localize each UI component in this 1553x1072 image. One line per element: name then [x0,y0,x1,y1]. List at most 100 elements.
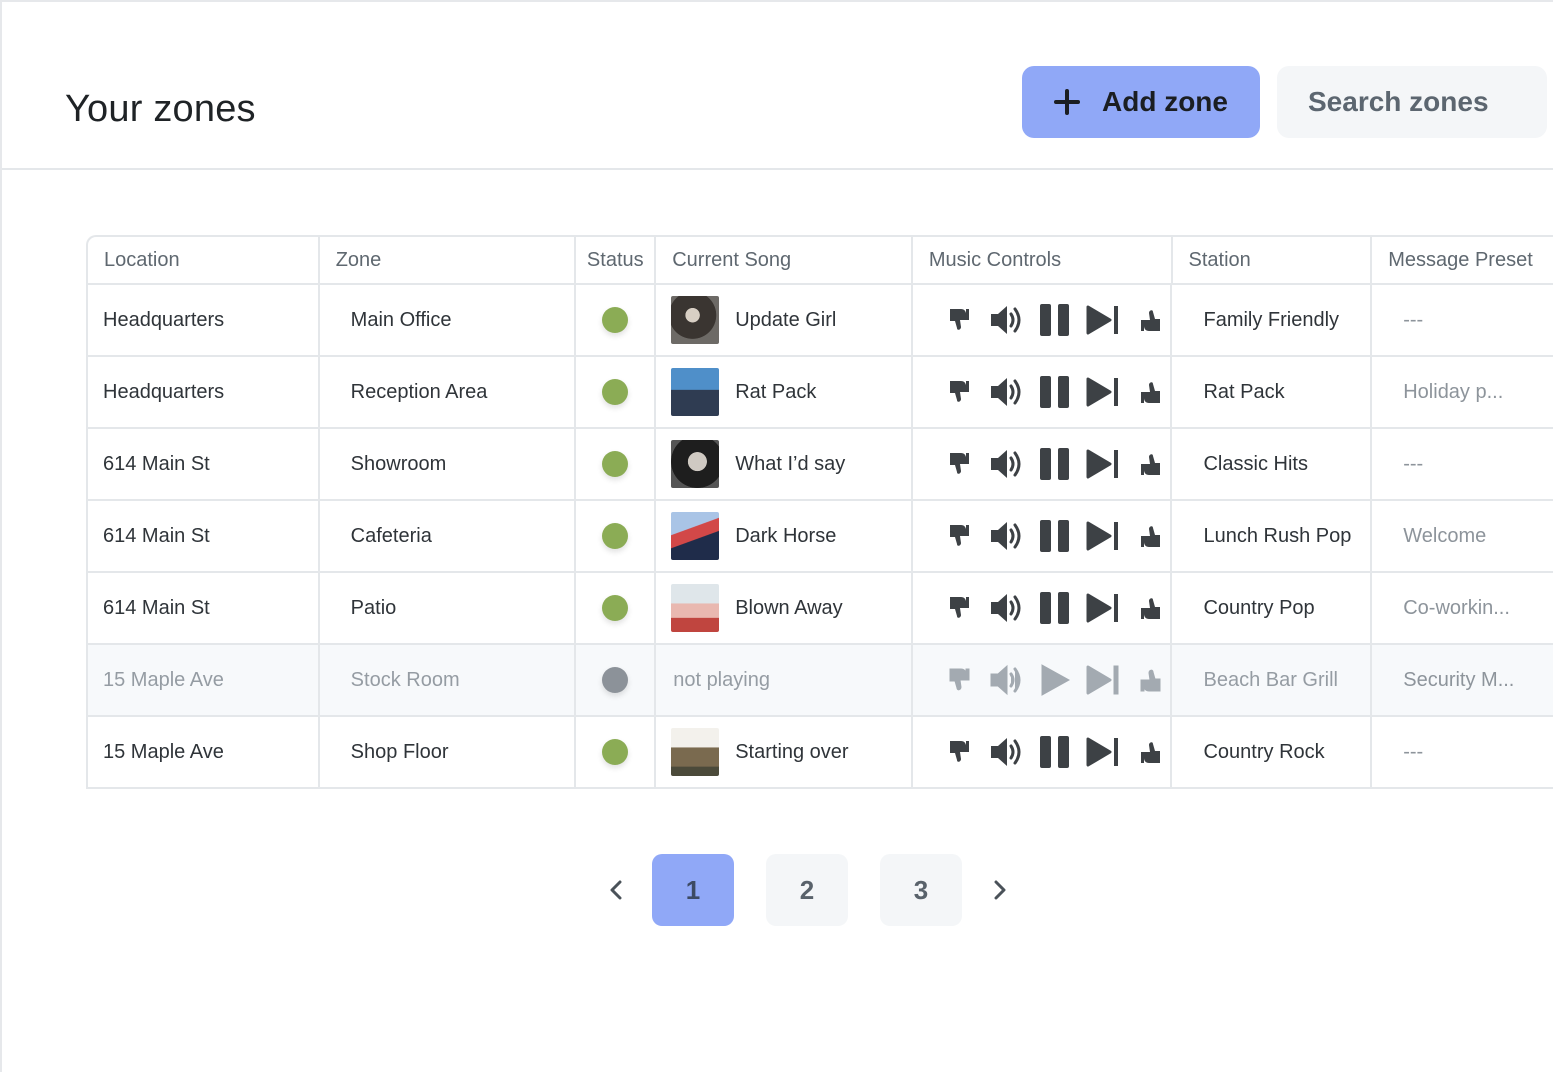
cell-station[interactable]: Rat Pack [1172,357,1373,427]
cell-message-preset[interactable]: Co-workin... [1372,573,1553,643]
column-header-zone[interactable]: Zone [320,237,577,283]
skip-next-button[interactable] [1079,372,1127,412]
pause-button[interactable] [1031,516,1079,556]
pause-button[interactable] [1031,444,1079,484]
thumbs-up-button[interactable] [1127,732,1171,772]
column-header-station[interactable]: Station [1173,237,1373,283]
volume-button[interactable] [983,444,1031,484]
cell-location: 614 Main St [88,573,320,643]
volume-button[interactable] [983,588,1031,628]
thumbs-down-button[interactable] [935,372,983,412]
cell-message-preset[interactable]: Welcome [1372,501,1553,571]
page-1-button[interactable]: 1 [652,854,734,926]
song-title: Dark Horse [735,524,837,547]
column-header-location[interactable]: Location [88,237,320,283]
thumbs-down-button[interactable] [935,300,983,340]
add-zone-button[interactable]: Add zone [1022,66,1260,138]
table-row[interactable]: Headquarters Reception Area Rat Pack Rat Pa… [88,357,1553,429]
pause-button[interactable] [1031,732,1079,772]
thumbs-up-button[interactable] [1127,300,1171,340]
cell-station[interactable]: Beach Bar Grill [1172,645,1373,715]
column-header-status[interactable]: Status [576,237,657,283]
thumbs-up-button[interactable] [1127,588,1171,628]
thumbs-down-button[interactable] [935,516,983,556]
skip-next-button[interactable] [1079,300,1127,340]
column-header-current-song[interactable]: Current Song [656,237,913,283]
column-header-music-controls: Music Controls [913,237,1173,283]
skip-next-button[interactable] [1079,660,1127,700]
cell-message-preset[interactable]: --- [1372,717,1553,787]
table-row[interactable]: 614 Main St Cafeteria Dark Horse Lunch Rush… [88,501,1553,573]
pause-button[interactable] [1031,300,1079,340]
cell-station[interactable]: Country Pop [1172,573,1373,643]
cell-station[interactable]: Family Friendly [1172,285,1373,355]
album-art [671,584,720,632]
column-header-message-preset[interactable]: Message Preset [1372,237,1553,283]
table-row[interactable]: Headquarters Main Office Update Girl Family… [88,285,1553,357]
thumbs-down-icon [949,668,970,691]
thumbs-down-icon [949,381,969,402]
cell-status [576,357,657,427]
skip-next-button[interactable] [1079,516,1127,556]
cell-station[interactable]: Country Rock [1172,717,1373,787]
thumbs-up-button[interactable] [1127,372,1171,412]
cell-message-preset[interactable]: --- [1372,285,1553,355]
app-frame: Your zones Add zone Location Zone Status… [0,0,1553,1072]
thumbs-down-button[interactable] [935,732,983,772]
pause-icon [1039,520,1069,552]
table-row[interactable]: 614 Main St Patio Blown Away Country Pop Co-… [88,573,1553,645]
skip-next-button[interactable] [1079,444,1127,484]
album-art [671,512,720,560]
skip-next-button[interactable] [1079,588,1127,628]
thumbs-up-button[interactable] [1127,444,1171,484]
pause-button[interactable] [1031,588,1079,628]
status-indicator [602,307,629,333]
page-3-button[interactable]: 3 [880,854,962,926]
table-row[interactable]: 15 Maple Ave Shop Floor Starting over Count… [88,717,1553,789]
thumbs-down-icon [949,525,969,546]
pause-icon [1039,592,1069,624]
thumbs-down-button[interactable] [935,444,983,484]
page-header: Your zones Add zone [2,2,1553,170]
volume-button[interactable] [983,660,1031,700]
volume-icon [990,522,1021,550]
cell-station[interactable]: Lunch Rush Pop [1172,501,1373,571]
cell-current-song: Update Girl [656,285,913,355]
thumbs-down-button[interactable] [935,660,983,700]
search-zones-box[interactable] [1277,66,1547,138]
cell-station[interactable]: Classic Hits [1172,429,1373,499]
cell-message-preset[interactable]: Holiday p... [1372,357,1553,427]
play-button[interactable] [1031,660,1079,700]
previous-page-button[interactable] [596,854,636,926]
album-art [671,440,720,488]
thumbs-up-button[interactable] [1127,516,1171,556]
thumbs-down-icon [949,453,969,474]
volume-button[interactable] [983,516,1031,556]
volume-button[interactable] [983,300,1031,340]
album-art [671,296,720,344]
thumbs-down-button[interactable] [935,588,983,628]
skip-next-icon [1086,593,1118,623]
thumbs-down-icon [949,309,969,330]
volume-button[interactable] [983,372,1031,412]
skip-next-button[interactable] [1079,732,1127,772]
cell-zone: Showroom [320,429,577,499]
cell-current-song: Blown Away [656,573,913,643]
chevron-left-icon [610,880,622,900]
thumbs-up-icon [1140,526,1160,547]
search-zones-input[interactable] [1308,86,1538,118]
play-icon [1041,664,1070,696]
skip-next-icon [1086,737,1118,767]
cell-message-preset[interactable]: --- [1372,429,1553,499]
cell-message-preset[interactable]: Security M... [1372,645,1553,715]
thumbs-up-button[interactable] [1127,660,1171,700]
table-row[interactable]: 614 Main St Showroom What I’d say Classic H… [88,429,1553,501]
next-page-button[interactable] [980,854,1020,926]
table-row[interactable]: 15 Maple Ave Stock Room not playing Beach B… [88,645,1553,717]
cell-music-controls [913,645,1173,715]
cell-location: 614 Main St [88,429,320,499]
status-indicator [602,379,629,405]
pause-button[interactable] [1031,372,1079,412]
volume-button[interactable] [983,732,1031,772]
page-2-button[interactable]: 2 [766,854,848,926]
